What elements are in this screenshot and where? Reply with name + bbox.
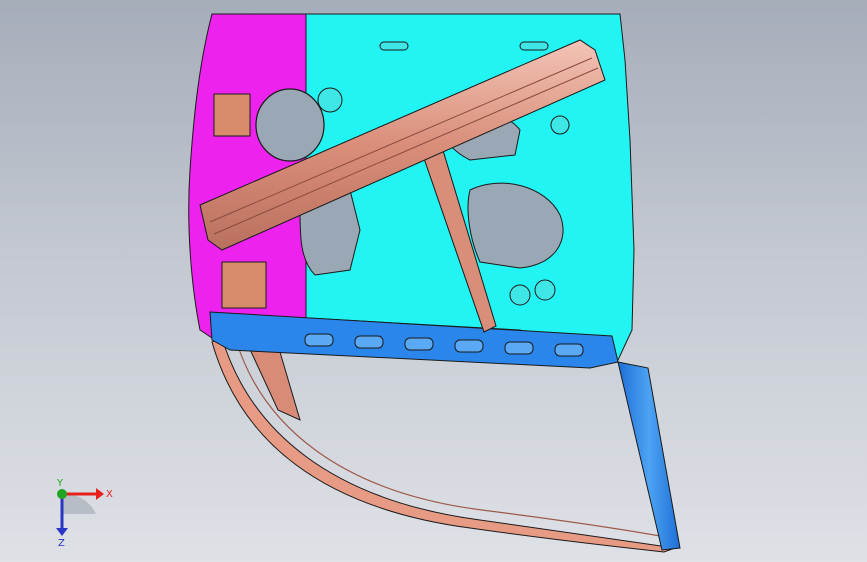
lower-hinge[interactable]	[221, 261, 267, 309]
door-assembly-model[interactable]	[0, 0, 867, 562]
rear-pillar[interactable]	[617, 361, 681, 551]
x-axis-arrowhead	[96, 488, 104, 500]
triad-shadow	[62, 493, 96, 514]
speaker-opening[interactable]	[255, 88, 325, 162]
panel-slot	[379, 41, 409, 51]
z-axis-label: Z	[58, 538, 65, 548]
z-axis-arrowhead	[56, 528, 68, 536]
cad-viewport[interactable]: X Y Z	[0, 0, 867, 562]
upper-hinge[interactable]	[213, 93, 251, 137]
y-axis-origin	[57, 489, 67, 499]
window-frame-inner-edge	[235, 339, 661, 537]
y-axis-label: Y	[56, 478, 64, 489]
panel-boss	[509, 284, 531, 306]
panel-slot	[519, 41, 549, 51]
orientation-triad[interactable]: X Y Z	[40, 478, 120, 548]
panel-boss	[317, 87, 343, 113]
panel-boss	[534, 279, 556, 301]
panel-boss	[550, 115, 570, 135]
x-axis-label: X	[106, 489, 113, 500]
